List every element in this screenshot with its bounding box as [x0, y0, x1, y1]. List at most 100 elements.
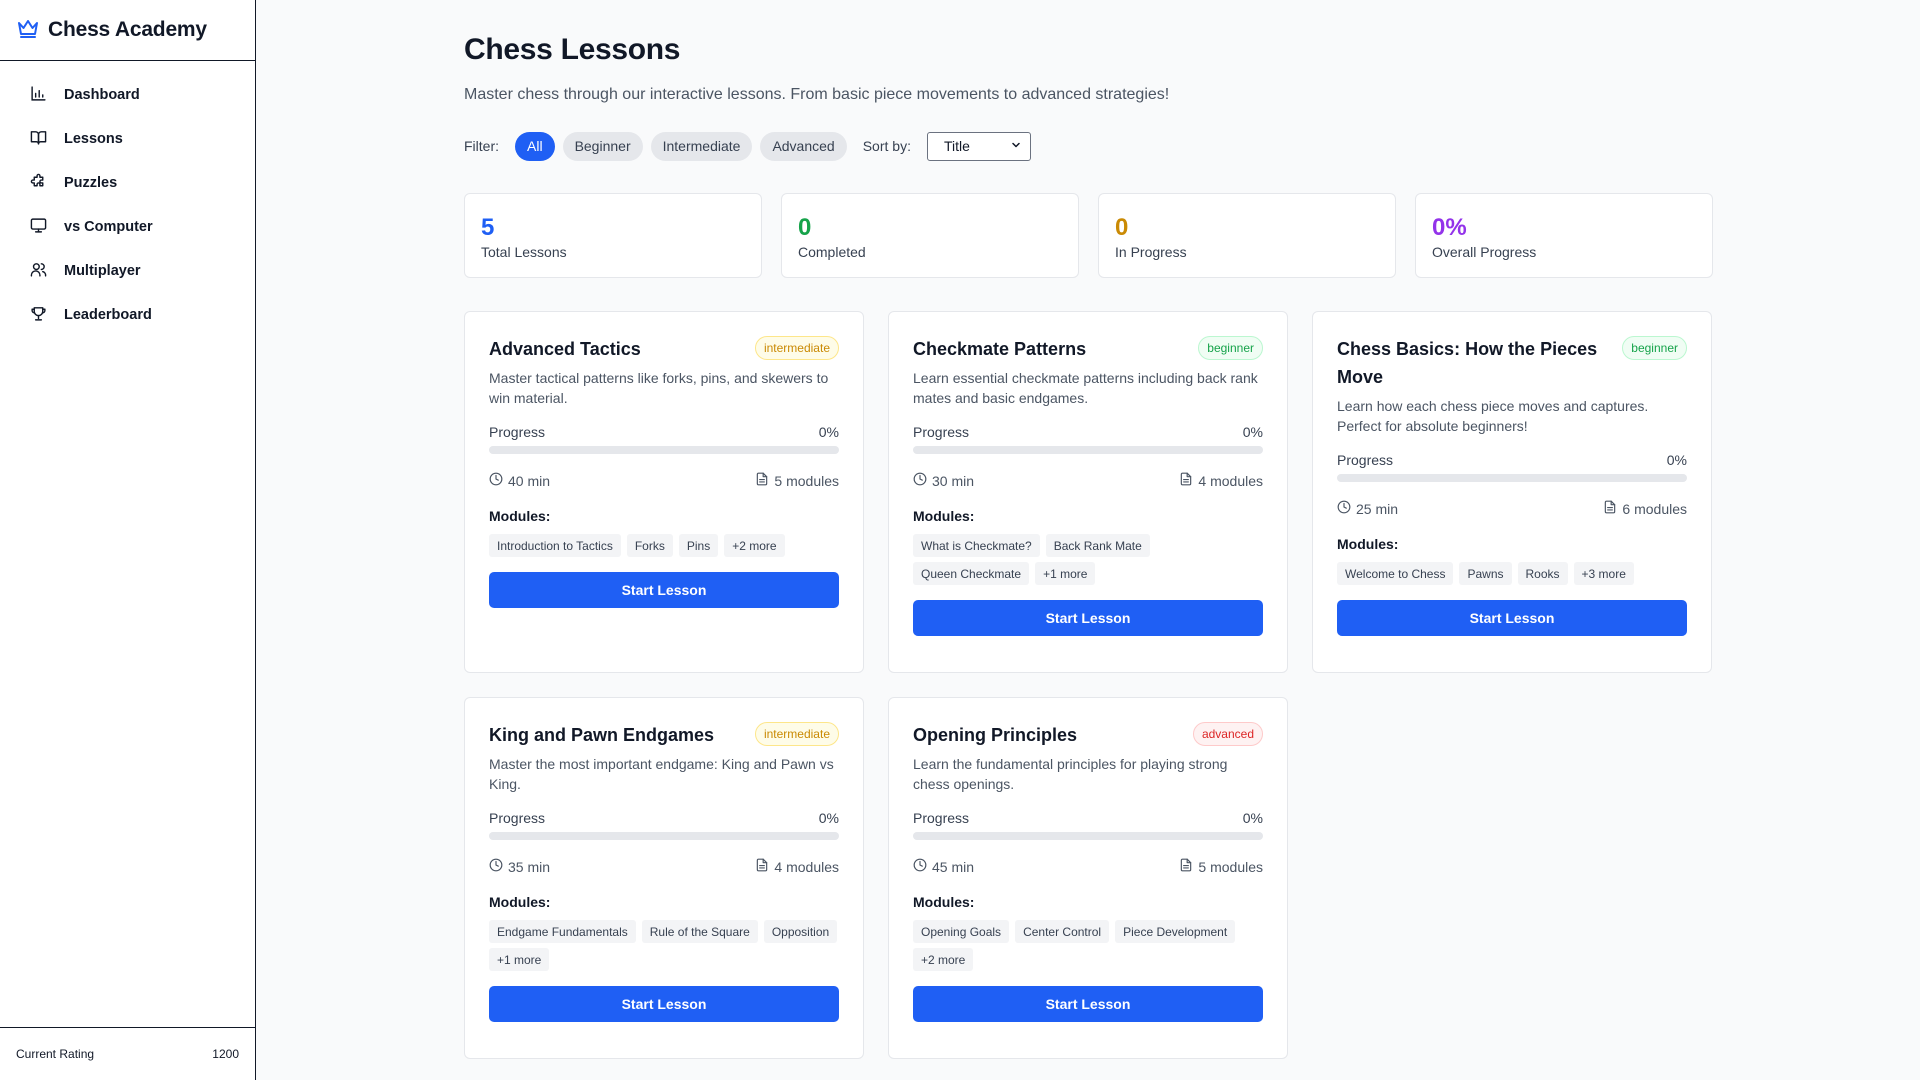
module-tag: +1 more [489, 948, 550, 971]
sidebar-item-label: vs Computer [64, 219, 153, 235]
sort-label: Sort by: [862, 138, 911, 154]
progress-value: 0% [818, 424, 839, 440]
module-tag: Rooks [1517, 562, 1568, 585]
duration-text: 25 min [1356, 500, 1399, 517]
lesson-description: Learn the fundamental principles for pla… [913, 756, 1228, 792]
stat-label: In Progress [1115, 244, 1187, 260]
progress-label: Progress [913, 810, 970, 826]
sidebar-item-leaderboard[interactable]: Leaderboard [0, 293, 255, 337]
filter-beginner[interactable]: Beginner [562, 131, 643, 161]
app-title: Chess Academy [48, 18, 207, 41]
start-lesson-button[interactable]: Start Lesson [489, 572, 839, 608]
clock-icon [1337, 500, 1351, 517]
module-tag: Welcome to Chess [1337, 562, 1454, 585]
brand[interactable]: Chess Academy [0, 0, 255, 61]
clock-icon [913, 472, 927, 489]
filter-advanced[interactable]: Advanced [760, 131, 847, 161]
module-tag: What is Checkmate? [913, 534, 1040, 557]
sidebar-item-multiplayer[interactable]: Multiplayer [0, 249, 255, 293]
lesson-card: King and Pawn Endgames intermediate Mast… [464, 697, 864, 1059]
stat-label: Completed [798, 244, 866, 260]
chevron-down-icon [1010, 138, 1022, 154]
module-tag: Forks [626, 534, 673, 557]
sidebar-item-label: Leaderboard [64, 307, 152, 323]
card-header: Checkmate Patterns beginner [913, 336, 1263, 363]
book-open-icon [30, 129, 47, 150]
module-tag: Pawns [1459, 562, 1512, 585]
stat-value: 0% [1432, 214, 1467, 241]
lesson-card: Advanced Tactics intermediate Master tac… [464, 311, 864, 673]
progress-bar [489, 446, 839, 454]
filter-all[interactable]: All [515, 131, 555, 161]
clock-icon [489, 472, 503, 489]
module-tag: +2 more [724, 534, 785, 557]
module-tag: Piece Development [1115, 920, 1236, 943]
duration: 35 min [489, 858, 550, 875]
stat-in-progress: 0 In Progress [1098, 193, 1396, 278]
card-header: Opening Principles advanced [913, 722, 1263, 749]
start-lesson-button[interactable]: Start Lesson [489, 986, 839, 1022]
progress-value: 0% [1242, 810, 1263, 826]
module-count: 5 modules [1179, 858, 1263, 875]
sidebar-item-dashboard[interactable]: Dashboard [0, 73, 255, 117]
file-text-icon [1179, 472, 1193, 489]
module-tag: Queen Checkmate [913, 562, 1030, 585]
module-tag: Rule of the Square [641, 920, 758, 943]
card-header: Chess Basics: How the Pieces Move beginn… [1337, 336, 1687, 391]
progress-label: Progress [1337, 452, 1394, 468]
lesson-card: Checkmate Patterns beginner Learn essent… [888, 311, 1288, 673]
stats-row: 5 Total Lessons 0 Completed 0 In Progres… [464, 193, 1713, 278]
sort-select[interactable]: Title [926, 131, 1031, 161]
filter-intermediate[interactable]: Intermediate [650, 131, 753, 161]
sidebar-item-puzzles[interactable]: Puzzles [0, 161, 255, 205]
duration: 45 min [913, 858, 974, 875]
sidebar: Chess Academy Dashboard Lessons Puzzles … [0, 0, 256, 1080]
module-tags: Endgame Fundamentals Rule of the Square Op… [489, 920, 843, 971]
progress-label: Progress [489, 424, 546, 440]
module-tag: Back Rank Mate [1045, 534, 1150, 557]
module-tag: Opposition [763, 920, 838, 943]
modules-label: Modules: [1337, 536, 1399, 552]
start-lesson-button[interactable]: Start Lesson [913, 600, 1263, 636]
current-rating: Current Rating 1200 [0, 1027, 255, 1080]
duration: 25 min [1337, 500, 1398, 517]
progress-row: Progress 0% [489, 424, 839, 440]
card-header: King and Pawn Endgames intermediate [489, 722, 839, 749]
lesson-meta: 25 min 6 modules [1337, 500, 1687, 517]
module-tag: +3 more [1573, 562, 1634, 585]
lesson-title: Checkmate Patterns [913, 339, 1087, 359]
sidebar-item-vs-computer[interactable]: vs Computer [0, 205, 255, 249]
progress-label: Progress [913, 424, 970, 440]
module-count-text: 5 modules [774, 472, 839, 489]
lesson-title: Opening Principles [913, 725, 1078, 745]
start-lesson-button[interactable]: Start Lesson [1337, 600, 1687, 636]
stat-value: 5 [481, 214, 495, 241]
file-text-icon [755, 858, 769, 875]
level-badge: beginner [1198, 336, 1263, 360]
modules-label: Modules: [489, 508, 551, 524]
sidebar-item-label: Dashboard [64, 87, 140, 103]
sidebar-nav: Dashboard Lessons Puzzles vs Computer Mu… [0, 61, 255, 337]
stat-label: Total Lessons [481, 244, 567, 260]
file-text-icon [1603, 500, 1617, 517]
start-lesson-button[interactable]: Start Lesson [913, 986, 1263, 1022]
lesson-description: Learn essential checkmate patterns inclu… [913, 370, 1258, 406]
lesson-title: Chess Basics: How the Pieces Move [1337, 339, 1598, 387]
rating-value: 1200 [212, 1047, 239, 1061]
lesson-meta: 45 min 5 modules [913, 858, 1263, 875]
progress-row: Progress 0% [1337, 452, 1687, 468]
duration: 30 min [913, 472, 974, 489]
sidebar-item-lessons[interactable]: Lessons [0, 117, 255, 161]
trophy-icon [30, 305, 47, 326]
clock-icon [489, 858, 503, 875]
puzzle-icon [30, 173, 47, 194]
module-tag: Endgame Fundamentals [489, 920, 636, 943]
lesson-meta: 35 min 4 modules [489, 858, 839, 875]
duration-text: 40 min [508, 472, 551, 489]
page-title: Chess Lessons [464, 33, 681, 66]
lesson-description: Learn how each chess piece moves and cap… [1337, 398, 1649, 434]
sidebar-item-label: Multiplayer [64, 263, 141, 279]
progress-row: Progress 0% [913, 810, 1263, 826]
progress-label: Progress [489, 810, 546, 826]
modules-label: Modules: [913, 894, 975, 910]
